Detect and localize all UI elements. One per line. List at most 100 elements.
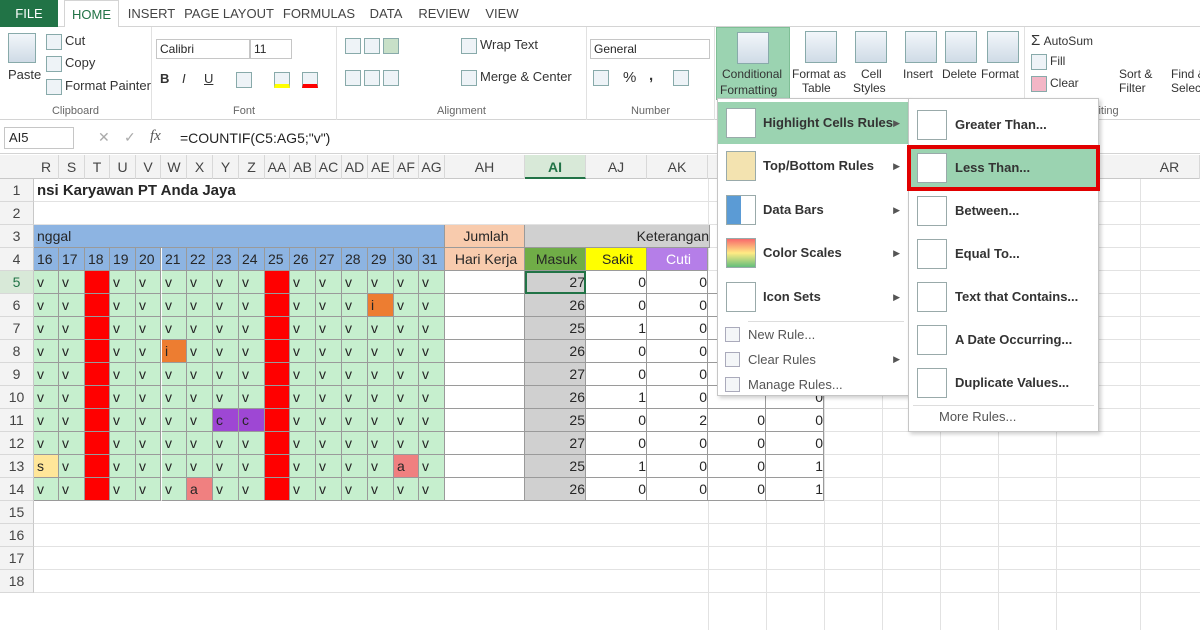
column-header-aa[interactable]: AA [265,155,290,179]
column-header-ai[interactable]: AI [525,155,586,179]
attendance-cell[interactable]: c [213,409,239,432]
tanggal-header[interactable]: nggal [34,225,445,248]
borders-button[interactable] [236,71,255,88]
attendance-cell[interactable] [265,340,290,363]
row-header-16[interactable]: 16 [0,524,34,547]
attendance-cell[interactable]: v [110,363,136,386]
currency-button[interactable] [593,69,612,86]
attendance-cell[interactable]: v [187,409,213,432]
tab-home[interactable]: HOME [64,0,119,28]
attendance-cell[interactable] [85,455,110,478]
find-select-button[interactable]: Find &Select [1171,67,1200,95]
attendance-cell[interactable]: v [162,432,187,455]
row-header-5[interactable]: 5 [0,271,34,294]
sakit-cell[interactable]: 1 [586,455,647,478]
day-header-26[interactable]: 26 [290,248,316,271]
column-header-aj[interactable]: AJ [586,155,647,179]
day-header-21[interactable]: 21 [162,248,187,271]
attendance-cell[interactable]: v [290,317,316,340]
attendance-cell[interactable]: v [394,271,419,294]
attendance-cell[interactable]: v [162,478,187,501]
day-header-28[interactable]: 28 [342,248,368,271]
hari-kerja-cell[interactable] [445,409,525,432]
attendance-cell[interactable]: v [59,363,85,386]
clear-button[interactable]: Clear [1031,76,1079,92]
wrap-text-button[interactable]: Wrap Text [461,37,538,54]
sort-filter-button[interactable]: Sort & Filter [1119,67,1152,95]
extra-cell-1[interactable]: 0 [708,455,766,478]
row-header-18[interactable]: 18 [0,570,34,593]
masuk-header[interactable]: Masuk [525,248,586,271]
attendance-cell[interactable]: v [342,432,368,455]
delete-button[interactable]: Delete [942,67,977,81]
attendance-cell[interactable]: v [187,294,213,317]
align-top-icons[interactable] [345,37,402,54]
sakit-header[interactable]: Sakit [586,248,647,271]
attendance-cell[interactable] [265,409,290,432]
attendance-cell[interactable]: v [34,294,59,317]
extra-cell-1[interactable]: 0 [708,409,766,432]
attendance-cell[interactable]: v [239,317,265,340]
attendance-cell[interactable]: v [419,271,445,294]
attendance-cell[interactable]: v [110,271,136,294]
row-header-2[interactable]: 2 [0,202,34,225]
insert-button[interactable]: Insert [903,67,933,81]
attendance-cell[interactable]: v [394,363,419,386]
column-header-ag[interactable]: AG [419,155,445,179]
attendance-cell[interactable]: v [368,478,394,501]
row-header-14[interactable]: 14 [0,478,34,501]
column-header-ah[interactable]: AH [445,155,525,179]
day-header-27[interactable]: 27 [316,248,342,271]
insert-function-button[interactable]: fx [150,128,161,145]
day-header-24[interactable]: 24 [239,248,265,271]
attendance-cell[interactable]: v [213,294,239,317]
attendance-cell[interactable]: v [239,478,265,501]
cuti-cell[interactable]: 0 [647,340,708,363]
attendance-cell[interactable]: v [59,432,85,455]
attendance-cell[interactable]: v [316,432,342,455]
attendance-cell[interactable]: v [419,294,445,317]
sakit-cell[interactable]: 1 [586,317,647,340]
day-header-17[interactable]: 17 [59,248,85,271]
percent-button[interactable]: % [623,69,636,86]
attendance-cell[interactable]: v [213,340,239,363]
attendance-cell[interactable]: v [419,317,445,340]
attendance-cell[interactable]: v [368,317,394,340]
tab-data[interactable]: DATA [364,0,408,27]
attendance-cell[interactable]: v [59,386,85,409]
extra-cell-1[interactable]: 0 [708,478,766,501]
attendance-cell[interactable]: v [419,455,445,478]
day-header-16[interactable]: 16 [34,248,59,271]
font-name-select[interactable]: Calibri [156,39,250,59]
attendance-cell[interactable]: v [316,478,342,501]
attendance-cell[interactable]: v [394,340,419,363]
attendance-cell[interactable]: v [316,363,342,386]
cut-button[interactable]: Cut [46,33,85,50]
attendance-cell[interactable]: v [342,386,368,409]
attendance-cell[interactable]: v [290,409,316,432]
jumlah-header[interactable]: Jumlah [445,225,525,248]
attendance-cell[interactable] [85,409,110,432]
attendance-cell[interactable] [85,386,110,409]
row-header-13[interactable]: 13 [0,455,34,478]
attendance-cell[interactable]: v [162,386,187,409]
attendance-cell[interactable]: v [316,317,342,340]
cuti-cell[interactable]: 0 [647,294,708,317]
masuk-cell[interactable]: 27 [525,271,586,294]
row-header-4[interactable]: 4 [0,248,34,271]
keterangan-header[interactable]: Keterangan [525,225,710,248]
attendance-cell[interactable]: v [290,386,316,409]
new-rule-item[interactable]: New Rule... [718,322,908,347]
tab-insert[interactable]: INSERT [124,0,179,27]
attendance-cell[interactable]: v [316,340,342,363]
tab-file[interactable]: FILE [0,0,58,27]
attendance-cell[interactable]: v [316,409,342,432]
attendance-cell[interactable]: v [368,455,394,478]
attendance-cell[interactable]: v [368,340,394,363]
extra-cell-2[interactable]: 0 [766,432,824,455]
attendance-cell[interactable]: v [136,455,161,478]
day-header-30[interactable]: 30 [394,248,419,271]
attendance-cell[interactable]: v [394,317,419,340]
cancel-icon[interactable]: ✕ [98,129,110,146]
attendance-cell[interactable] [85,478,110,501]
